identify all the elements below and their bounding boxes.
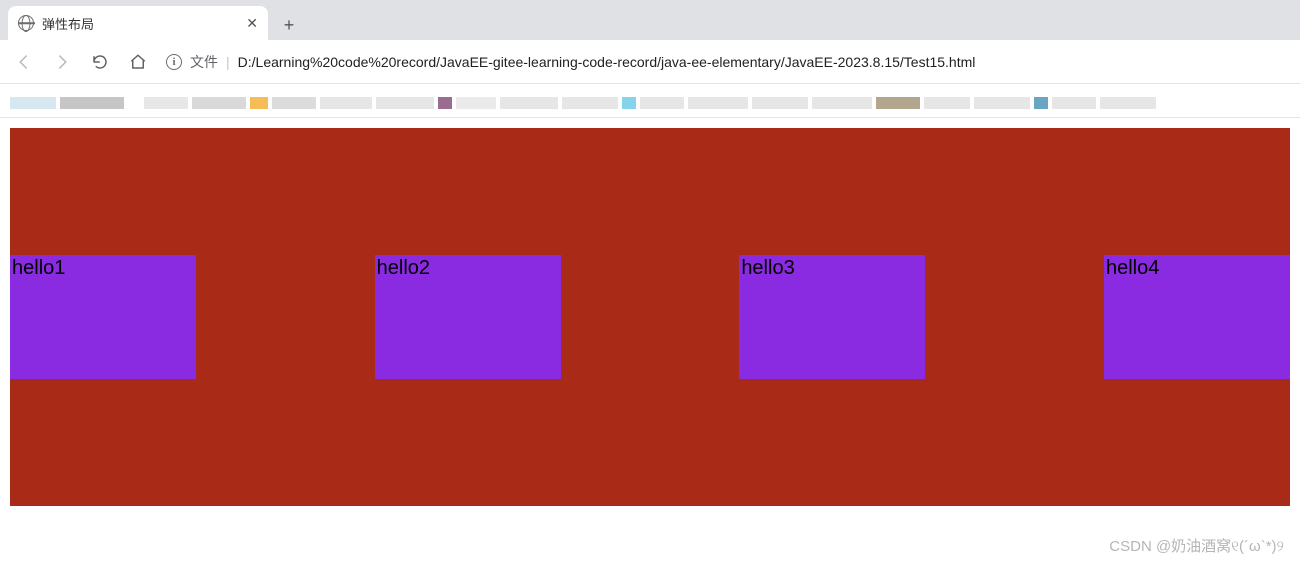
browser-tabbar: 弹性布局 ✕ + <box>0 0 1300 40</box>
tab-title: 弹性布局 <box>42 14 238 33</box>
bookmark-blur-block <box>1034 97 1048 109</box>
arrow-right-icon <box>53 53 71 71</box>
bookmark-blur-block <box>622 97 636 109</box>
bookmark-blur-block <box>128 97 140 109</box>
new-tab-button[interactable]: + <box>274 10 304 40</box>
bookmark-blur-block <box>376 97 434 109</box>
browser-tab-active[interactable]: 弹性布局 ✕ <box>8 6 268 40</box>
reload-button[interactable] <box>84 46 116 78</box>
home-button[interactable] <box>122 46 154 78</box>
flex-item: hello1 <box>10 255 196 379</box>
globe-icon <box>18 15 34 31</box>
bookmark-blur-block <box>272 97 316 109</box>
bookmark-blur-block <box>1052 97 1096 109</box>
address-url: D:/Learning%20code%20record/JavaEE-gitee… <box>238 54 976 70</box>
forward-button[interactable] <box>46 46 78 78</box>
bookmark-blur-block <box>640 97 684 109</box>
bookmark-blur-block <box>144 97 188 109</box>
address-separator: | <box>226 54 230 70</box>
bookmark-blur-block <box>974 97 1030 109</box>
home-icon <box>129 53 147 71</box>
close-icon[interactable]: ✕ <box>246 15 258 32</box>
bookmark-blur-block <box>250 97 268 109</box>
bookmark-blur-block <box>60 97 124 109</box>
bookmark-blur-block <box>438 97 452 109</box>
address-bar[interactable]: 文件 | D:/Learning%20code%20record/JavaEE-… <box>160 52 1292 72</box>
bookmark-blur-block <box>456 97 496 109</box>
flex-item: hello3 <box>739 255 925 379</box>
bookmark-bar <box>0 84 1300 118</box>
reload-icon <box>91 53 109 71</box>
back-button[interactable] <box>8 46 40 78</box>
bookmark-blur-block <box>924 97 970 109</box>
watermark: CSDN @奶油酒窝୧(´ω`*)୨ <box>1109 535 1284 556</box>
bookmark-blur-block <box>192 97 246 109</box>
bookmark-blur-block <box>562 97 618 109</box>
bookmark-blur-block <box>752 97 808 109</box>
address-prefix: 文件 <box>190 52 218 72</box>
flex-container: hello1 hello2 hello3 hello4 <box>10 128 1290 506</box>
bookmark-blur-block <box>1100 97 1156 109</box>
bookmark-blur-block <box>812 97 872 109</box>
info-icon[interactable] <box>166 54 182 70</box>
flex-item: hello2 <box>375 255 561 379</box>
bookmark-blur-block <box>688 97 748 109</box>
arrow-left-icon <box>15 53 33 71</box>
bookmark-blur-block <box>876 97 920 109</box>
flex-item: hello4 <box>1104 255 1290 379</box>
bookmark-blur-block <box>10 97 56 109</box>
page-viewport: hello1 hello2 hello3 hello4 <box>0 118 1300 516</box>
browser-toolbar: 文件 | D:/Learning%20code%20record/JavaEE-… <box>0 40 1300 84</box>
bookmark-blur-block <box>320 97 372 109</box>
bookmark-blur-block <box>500 97 558 109</box>
